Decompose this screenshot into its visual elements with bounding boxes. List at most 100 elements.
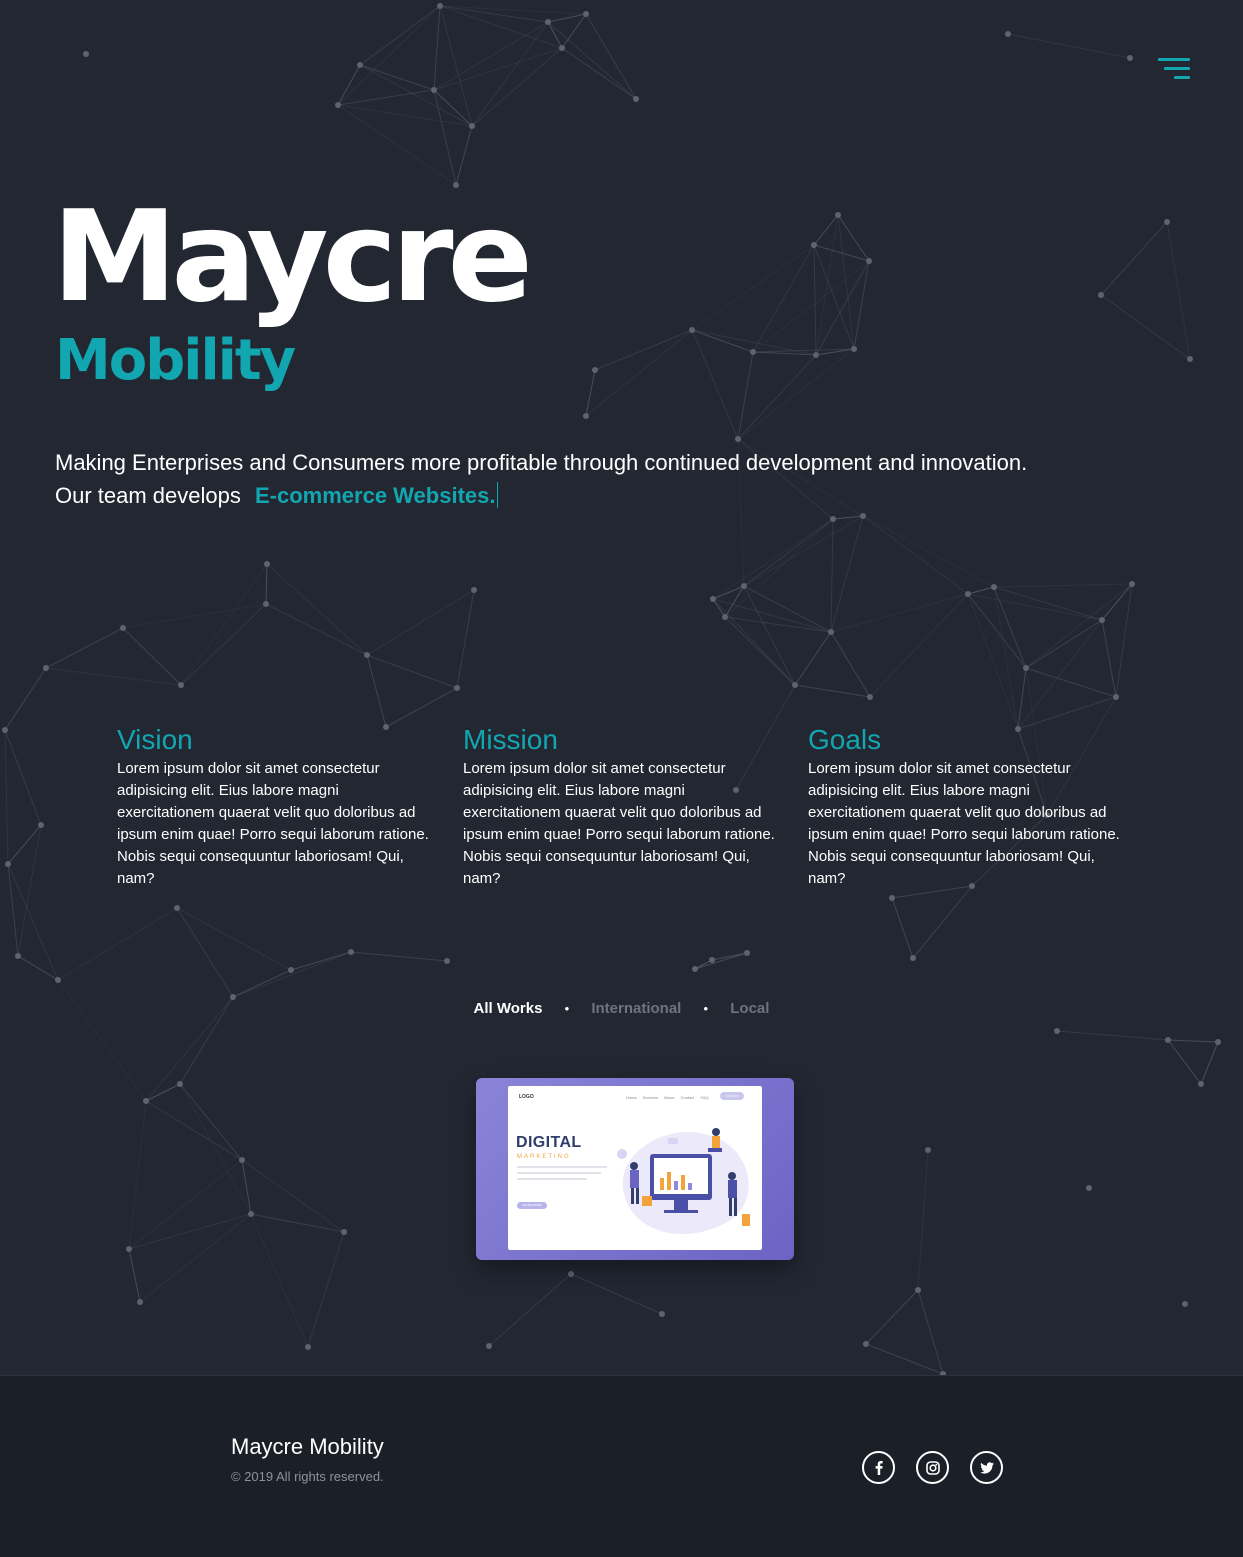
network-link xyxy=(561,13,587,49)
network-node xyxy=(568,1271,574,1277)
network-node xyxy=(835,212,841,218)
tagline: Making Enterprises and Consumers more pr… xyxy=(55,446,1027,512)
network-link xyxy=(359,64,435,91)
instagram-link[interactable] xyxy=(916,1451,949,1484)
network-link xyxy=(241,1159,252,1215)
network-link xyxy=(837,214,855,350)
network-node xyxy=(38,822,44,828)
network-node xyxy=(55,977,61,983)
network-link xyxy=(967,593,1019,730)
network-link xyxy=(366,654,387,728)
network-node xyxy=(288,967,294,973)
network-link xyxy=(180,563,268,686)
network-node xyxy=(889,895,895,901)
network-link xyxy=(813,214,839,246)
filter-separator: • xyxy=(564,1001,570,1016)
network-link xyxy=(145,1100,243,1161)
network-link xyxy=(455,125,473,186)
network-link xyxy=(967,586,995,595)
network-node xyxy=(813,352,819,358)
network-link xyxy=(547,13,587,23)
network-node xyxy=(991,584,997,590)
filter-all-works[interactable]: All Works xyxy=(474,1000,543,1017)
network-node xyxy=(83,51,89,57)
mock-subheading: MARKETING xyxy=(517,1154,571,1160)
menu-button[interactable] xyxy=(1150,52,1194,86)
network-link xyxy=(993,583,1133,588)
network-link xyxy=(122,603,267,629)
network-link xyxy=(752,260,870,353)
network-link xyxy=(853,260,870,350)
network-link xyxy=(865,1289,919,1345)
network-link xyxy=(1017,667,1027,730)
network-link xyxy=(1025,619,1103,669)
network-node xyxy=(1129,581,1135,587)
network-link xyxy=(1017,619,1103,730)
network-node xyxy=(830,516,836,522)
network-node xyxy=(915,1287,921,1293)
network-link xyxy=(128,1159,243,1250)
network-link xyxy=(832,515,864,520)
network-link xyxy=(743,515,864,587)
network-link xyxy=(359,5,441,66)
network-link xyxy=(1100,221,1168,296)
network-link xyxy=(737,348,855,440)
network-link xyxy=(1200,1041,1219,1085)
twitter-link[interactable] xyxy=(970,1451,1003,1484)
network-node xyxy=(1113,694,1119,700)
network-node xyxy=(1086,1185,1092,1191)
network-link xyxy=(967,593,1103,621)
network-node xyxy=(437,3,443,9)
mock-logo: LOGO xyxy=(519,1094,534,1100)
work-card-digital-marketing[interactable]: LOGO Home Services About Contact FAQ SIG… xyxy=(476,1078,794,1260)
network-link xyxy=(7,863,19,957)
instagram-icon xyxy=(925,1460,940,1475)
network-node xyxy=(1187,356,1193,362)
network-link xyxy=(439,5,563,49)
network-link xyxy=(7,863,59,981)
network-node xyxy=(750,349,756,355)
network-link xyxy=(266,563,368,656)
network-link xyxy=(250,1213,345,1233)
work-thumbnail: LOGO Home Services About Contact FAQ SIG… xyxy=(508,1086,762,1250)
network-link xyxy=(830,631,871,698)
network-link xyxy=(337,89,435,106)
network-link xyxy=(585,13,637,100)
filter-international[interactable]: International xyxy=(591,1000,681,1017)
network-node xyxy=(910,955,916,961)
filter-local[interactable]: Local xyxy=(730,1000,769,1017)
mock-signup: SIGN UP xyxy=(720,1092,744,1100)
network-node xyxy=(633,96,639,102)
network-node xyxy=(174,905,180,911)
network-link xyxy=(337,104,457,186)
facebook-link[interactable] xyxy=(862,1451,895,1484)
network-node xyxy=(43,665,49,671)
network-node xyxy=(15,953,21,959)
network-node xyxy=(1023,665,1029,671)
network-link xyxy=(7,824,42,865)
network-link xyxy=(337,104,473,127)
network-link xyxy=(694,959,713,970)
network-link xyxy=(837,214,870,262)
network-link xyxy=(862,515,969,595)
network-link xyxy=(912,885,973,959)
network-link xyxy=(433,89,473,127)
network-link xyxy=(830,593,969,633)
network-link xyxy=(694,952,748,970)
network-link xyxy=(1007,33,1131,59)
network-link xyxy=(993,586,1103,621)
network-node xyxy=(239,1157,245,1163)
network-node xyxy=(1165,1037,1171,1043)
network-link xyxy=(917,1289,944,1375)
network-link xyxy=(737,351,754,440)
network-node xyxy=(348,949,354,955)
network-link xyxy=(691,329,754,353)
network-link xyxy=(128,1248,141,1303)
network-link xyxy=(1025,667,1117,698)
network-link xyxy=(993,586,1019,730)
network-link xyxy=(711,952,748,961)
network-link xyxy=(547,21,637,100)
network-node xyxy=(559,45,565,51)
network-link xyxy=(794,631,832,686)
network-link xyxy=(691,244,815,331)
